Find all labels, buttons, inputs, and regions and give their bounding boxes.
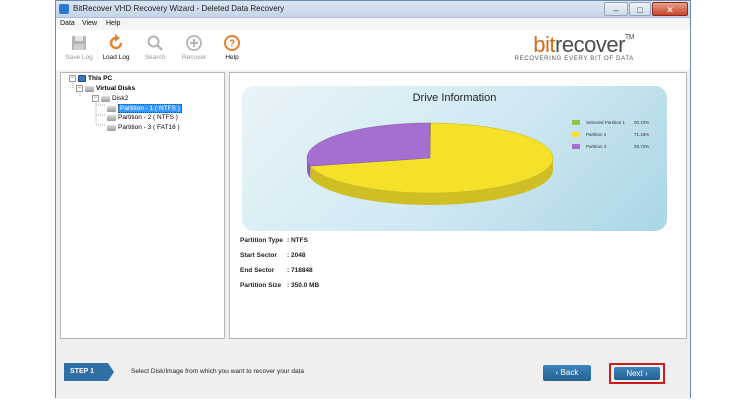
next-button-highlight: Next › — [609, 363, 665, 384]
legend-item-partition-2: Partition 2 71.18% — [572, 131, 662, 143]
tree-node-this-pc[interactable]: − This PC — [69, 75, 112, 82]
drive-icon — [101, 95, 110, 102]
tree-label: This PC — [88, 75, 113, 82]
app-icon — [59, 4, 69, 14]
close-button[interactable]: ✕ — [652, 2, 688, 16]
disk-tree-panel: − This PC − Virtual Disks − Disk2 Partit… — [60, 72, 225, 339]
load-log-label: Load Log — [102, 54, 130, 61]
save-log-button[interactable]: Save Log — [61, 34, 97, 61]
legend-value: 28.72% — [634, 144, 650, 149]
legend-item-selected-partition-1: Selected Partition 1 00.10% — [572, 119, 662, 131]
legend-label: Partition 3 — [586, 144, 607, 149]
recover-label: Recover — [181, 54, 207, 61]
save-log-label: Save Log — [65, 54, 93, 61]
tree-label: Virtual Disks — [96, 85, 136, 92]
help-label: Help — [225, 54, 239, 61]
legend-swatch — [572, 144, 580, 149]
tree-label: Partition - 1 ( NTFS ) — [118, 104, 182, 113]
help-icon: ? — [224, 35, 240, 51]
refresh-icon — [109, 34, 123, 50]
tree-label: Disk2 — [112, 95, 129, 102]
save-icon — [72, 36, 86, 50]
toolbar: Save Log Load Log Search Recover ? Help … — [56, 30, 690, 70]
legend-value: 00.10% — [634, 120, 650, 125]
tree-node-partition-3[interactable]: Partition - 3 ( FAT16 ) — [107, 124, 180, 131]
search-button[interactable]: Search — [137, 34, 173, 61]
tree-node-partition-2[interactable]: Partition - 2 ( NTFS ) — [107, 114, 178, 121]
step-instruction: Select Disk/Image from which you want to… — [131, 368, 305, 375]
pie-chart — [306, 122, 554, 205]
tree-label: Partition - 3 ( FAT16 ) — [118, 124, 180, 131]
legend-swatch — [572, 120, 580, 125]
back-button[interactable]: ‹ Back — [543, 365, 591, 381]
collapse-toggle[interactable]: − — [92, 95, 99, 102]
recover-button[interactable]: Recover — [176, 34, 212, 61]
tree-label: Partition - 2 ( NTFS ) — [118, 114, 178, 121]
brand-logo: bitrecoverTM RECOVERING EVERY BIT OF DAT… — [474, 32, 635, 62]
svg-text:?: ? — [229, 39, 235, 50]
maximize-button[interactable]: □ — [629, 2, 651, 16]
wizard-footer: STEP 1 Select Disk/Image from which you … — [56, 343, 690, 399]
tree-node-virtual-disks[interactable]: − Virtual Disks — [76, 85, 135, 92]
menu-view[interactable]: View — [82, 20, 97, 27]
brand-tagline: RECOVERING EVERY BIT OF DATA — [514, 56, 634, 62]
menu-bar: Data View Help — [56, 18, 690, 30]
collapse-toggle[interactable]: − — [76, 85, 83, 92]
legend-swatch — [572, 132, 580, 137]
collapse-toggle[interactable]: − — [69, 75, 76, 82]
step-badge: STEP 1 — [64, 363, 114, 381]
menu-help[interactable]: Help — [106, 20, 120, 27]
drive-icon — [107, 124, 116, 131]
help-button[interactable]: ? Help — [214, 34, 250, 61]
drive-icon — [107, 105, 116, 112]
load-log-button[interactable]: Load Log — [98, 34, 134, 61]
application-window: BitRecover VHD Recovery Wizard - Deleted… — [55, 0, 691, 399]
drive-icon — [85, 85, 94, 92]
legend-label: Partition 2 — [586, 132, 607, 137]
title-bar: BitRecover VHD Recovery Wizard - Deleted… — [56, 1, 690, 18]
brand-name: bitrecoverTM — [533, 32, 634, 57]
tree-node-partition-1[interactable]: Partition - 1 ( NTFS ) — [107, 104, 182, 113]
legend-label: Selected Partition 1 — [586, 120, 626, 125]
window-title: BitRecover VHD Recovery Wizard - Deleted… — [73, 4, 285, 13]
plus-circle-icon — [186, 35, 202, 51]
details-panel: Drive Information Selected Partition 1 0… — [229, 72, 687, 339]
drive-icon — [107, 114, 116, 121]
chart-legend: Selected Partition 1 00.10% Partition 2 … — [572, 119, 662, 155]
legend-item-partition-3: Partition 3 28.72% — [572, 143, 662, 155]
drive-info-chart: Drive Information Selected Partition 1 0… — [242, 86, 667, 231]
computer-icon — [78, 75, 86, 82]
legend-value: 71.18% — [634, 132, 650, 137]
tree-node-disk2[interactable]: − Disk2 — [92, 95, 128, 102]
menu-data[interactable]: Data — [60, 20, 75, 27]
minimize-button[interactable]: – — [604, 2, 628, 16]
next-button[interactable]: Next › — [614, 367, 660, 380]
search-icon — [147, 35, 163, 51]
search-label: Search — [144, 54, 166, 61]
